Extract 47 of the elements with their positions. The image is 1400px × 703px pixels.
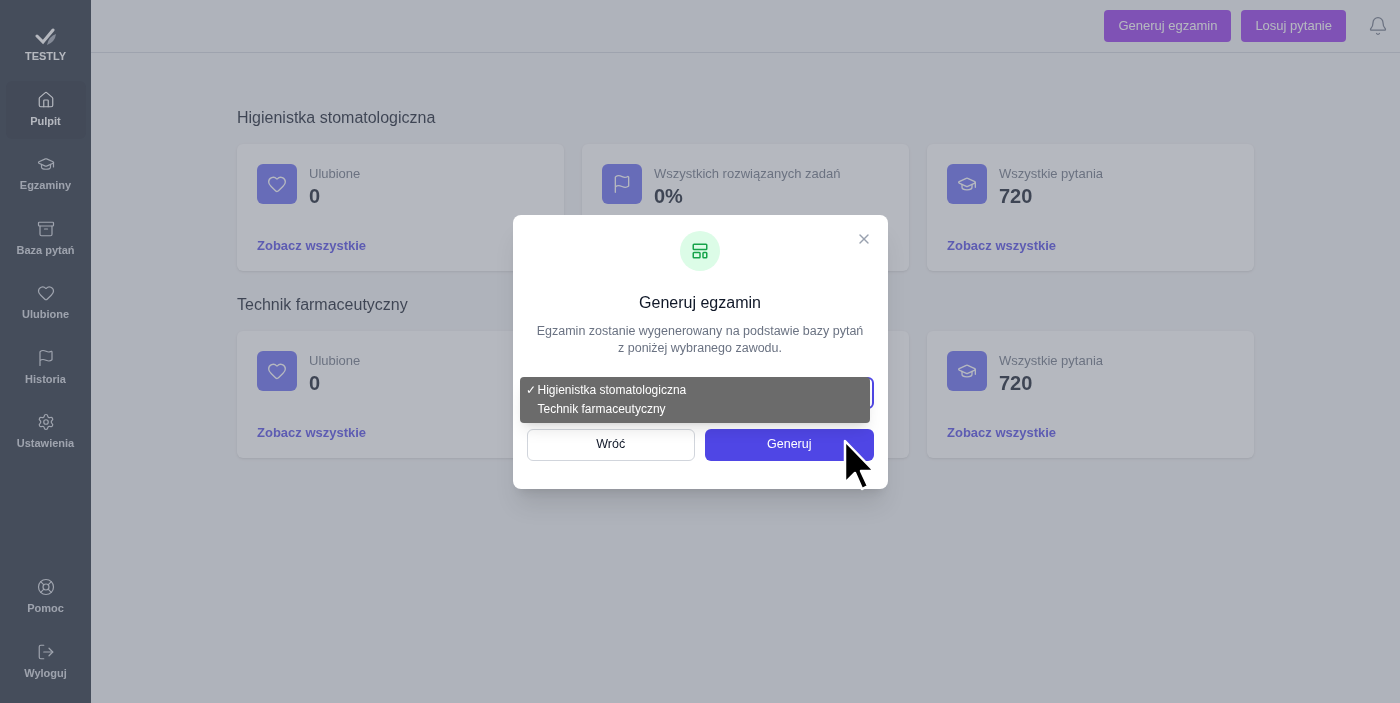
brand-name: TESTLY: [24, 49, 67, 64]
sidebar-item[interactable]: Ulubione: [5, 274, 86, 333]
header-button[interactable]: Losuj pytanie: [1241, 10, 1346, 42]
sidebar-item[interactable]: Wyloguj: [5, 632, 86, 691]
heart-icon: [267, 361, 287, 381]
logout-icon: [36, 642, 55, 661]
see-all-link[interactable]: Zobacz wszystkie: [947, 238, 1057, 253]
heart-icon: [36, 284, 55, 302]
back-button[interactable]: Wróć: [526, 428, 695, 461]
sidebar-item[interactable]: Pomoc: [5, 568, 86, 627]
lifebuoy-icon: [36, 578, 55, 596]
graduation-cap-icon: [36, 155, 55, 173]
stat-value: 0: [309, 184, 322, 208]
sidebar-item[interactable]: Egzaminy: [5, 145, 86, 204]
check-mark: ✓: [525, 381, 537, 399]
flag-icon: [612, 174, 632, 194]
stat-label: Ulubione: [309, 352, 361, 370]
flag-icon: [36, 348, 55, 367]
layout-icon: [691, 241, 709, 260]
see-all-link[interactable]: Zobacz wszystkie: [947, 425, 1057, 440]
see-all-link[interactable]: Zobacz wszystkie: [257, 425, 367, 440]
sidebar-item[interactable]: Baza pytań: [5, 209, 86, 268]
section-title: Technik farmaceutyczny: [237, 295, 408, 315]
notification-bell-icon[interactable]: [1368, 16, 1388, 36]
stat-value: 0: [309, 371, 322, 395]
check-logo-icon: [34, 28, 57, 46]
settings-icon: [36, 413, 55, 431]
generate-button[interactable]: Generuj: [705, 428, 874, 461]
dialog-title: Generuj egzamin: [639, 292, 761, 313]
stat-label: Wszystkich rozwiązanych zadań: [654, 165, 841, 183]
sidebar-item[interactable]: Ustawienia: [5, 403, 86, 462]
see-all-link[interactable]: Zobacz wszystkie: [257, 238, 367, 253]
stat-value: 720: [999, 371, 1034, 395]
stat-value: 720: [999, 184, 1034, 208]
stat-label: Wszystkie pytania: [999, 165, 1104, 183]
heart-icon: [267, 174, 287, 194]
dropdown-option[interactable]: ✓ Higienistka stomatologiczna: [519, 380, 870, 400]
header-button[interactable]: Generuj egzamin: [1104, 10, 1232, 42]
box-icon: [36, 219, 55, 238]
dropdown-option[interactable]: Technik farmaceutyczny: [519, 399, 870, 419]
home-icon: [36, 90, 55, 109]
sidebar-item[interactable]: Historia: [5, 338, 86, 397]
stat-label: Wszystkie pytania: [999, 352, 1104, 370]
dialog-description: Egzamin zostanie wygenerowany na podstawie bazy pytań z poniżej wybranego zawodu.: [535, 322, 865, 357]
stat-value: 0%: [654, 184, 684, 208]
section-title: Higienistka stomatologiczna: [237, 108, 436, 128]
stat-label: Ulubione: [309, 165, 361, 183]
